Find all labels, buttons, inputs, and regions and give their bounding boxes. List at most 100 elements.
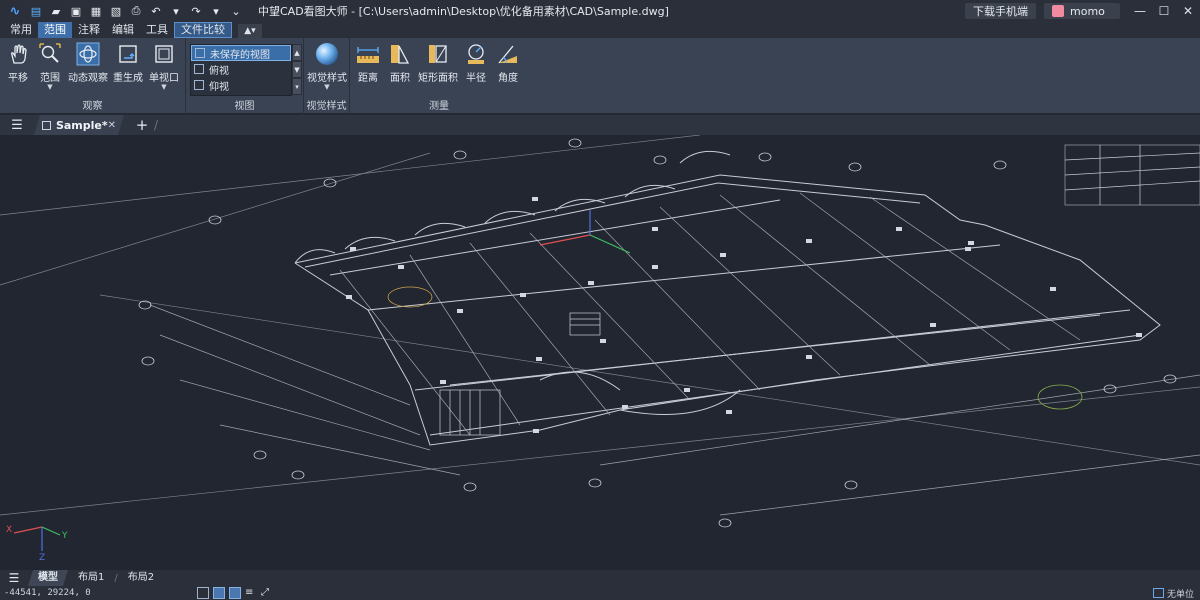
group-label: 测量 [429,101,449,112]
grid-bubbles [138,138,1177,528]
view-icon [194,64,204,74]
area-icon [388,42,412,66]
rect-area-button[interactable]: 矩形面积 [418,42,458,84]
hamburger-menu-icon[interactable]: ☰ [0,115,34,135]
user-account-button[interactable]: momo [1044,3,1120,19]
group-observe: 平移 范围 ▼ 动态观察 重生成 单视口 ▼ 观察 [0,38,186,114]
app-logo-icon: ∿ [9,3,21,19]
add-tab-button[interactable]: + [130,115,154,135]
save-as-icon[interactable]: ▦ [88,3,104,19]
view-list-scrollbar[interactable]: ▲ ▼ ▾ [292,44,302,96]
tool-label: 平移 [8,73,28,84]
tab-common[interactable]: 常用 [4,22,38,38]
export-icon[interactable]: ▧ [108,3,124,19]
restore-icon[interactable]: ☐ [1152,0,1176,22]
view-item-unsaved[interactable]: 未保存的视图 [191,45,291,61]
tool-label: 角度 [498,73,518,84]
chevron-down-icon: ▼ [324,83,330,91]
single-viewport-button[interactable]: 单视口 ▼ [146,42,182,91]
column-markers [346,197,1142,433]
open-folder-icon[interactable]: ▰ [48,3,64,19]
view-list[interactable]: 未保存的视图 俯视 仰视 [190,44,292,96]
tab-extents[interactable]: 范围 [38,22,72,38]
fullscreen-icon[interactable]: ⤢ [261,587,273,599]
download-mobile-button[interactable]: 下载手机端 [965,3,1036,19]
tab-annotate[interactable]: 注释 [72,22,106,38]
single-viewport-icon [152,42,176,66]
units-icon [1152,588,1164,598]
layout-tab-layout1[interactable]: 布局1 [68,570,114,586]
drawing-canvas[interactable]: X Y Z [0,135,1200,570]
view-icon [195,48,205,58]
tab-tools[interactable]: 工具 [140,22,174,38]
chevron-down-icon[interactable]: ▾ [168,3,184,19]
angle-button[interactable]: 角度 [490,42,526,84]
ribbon-panel: 平移 范围 ▼ 动态观察 重生成 单视口 ▼ 观察 视图 未保存的视图 俯视 仰… [0,38,1200,114]
visual-style-button[interactable]: 视觉样式 ▼ [307,42,347,91]
tab-edit[interactable]: 编辑 [106,22,140,38]
tool-label: 视觉样式 [307,73,347,84]
view-item-bottom[interactable]: 仰视 [191,77,291,93]
scroll-up-icon[interactable]: ▲ [292,44,302,61]
tool-label: 动态观察 [68,73,108,84]
units-label: 无单位 [1166,589,1194,600]
chevron-down-icon: ▲▾ [244,26,256,36]
tab-divider: / [154,118,159,132]
radius-button[interactable]: 半径 [458,42,494,84]
units-indicator[interactable]: 无单位 [1152,586,1194,600]
hamburger-menu-icon[interactable]: ☰ [0,571,28,585]
snap-toggle-icon[interactable] [213,587,225,599]
ucs-y-label: Y [62,531,68,541]
ucs-z-label: Z [39,553,46,563]
zoom-extents-button[interactable]: 范围 ▼ [32,42,68,91]
ucs-x-label: X [6,525,13,535]
close-icon[interactable]: ✕ [108,120,116,131]
tool-label: 范围 [40,73,60,84]
orbit-icon [76,42,100,66]
layout-tab-model[interactable]: 模型 [28,570,68,586]
minimize-icon[interactable]: — [1128,0,1152,22]
floor-plan-drawing [0,135,1200,551]
close-icon[interactable]: ✕ [1176,0,1200,22]
new-file-icon[interactable]: ▤ [28,3,44,19]
view-item-label: 仰视 [209,81,229,93]
avatar [1052,5,1064,17]
layout-tab-layout2[interactable]: 布局2 [118,570,164,586]
group-label: 观察 [82,101,103,112]
chevron-down-icon[interactable]: ▾ [208,3,224,19]
document-tab-sample[interactable]: Sample* ✕ [34,115,124,135]
scroll-down-icon[interactable]: ▼ [292,61,302,78]
grid-toggle-icon[interactable] [197,587,209,599]
bay-window-arcs [294,150,741,415]
print-icon[interactable]: ⎙ [128,3,144,19]
expand-list-icon[interactable]: ▾ [292,78,302,95]
pan-button[interactable]: 平移 [0,42,36,84]
view-icon [194,80,204,90]
radius-icon [464,42,488,66]
drawing-icon [42,121,51,130]
tool-label: 重生成 [113,73,143,84]
sphere-icon [315,42,339,66]
undo-icon[interactable]: ↶ [148,3,164,19]
ribbon-tab-bar: 常用 范围 注释 编辑 工具 文件比较 ▲▾ [0,22,1200,38]
save-icon[interactable]: ▣ [68,3,84,19]
distance-button[interactable]: 距离 [350,42,386,84]
view-item-top[interactable]: 俯视 [191,61,291,77]
customize-toolbar-icon[interactable]: ⌄ [228,3,244,19]
regen-button[interactable]: 重生成 [110,42,146,84]
tab-file-compare[interactable]: 文件比较 [174,22,232,38]
area-button[interactable]: 面积 [382,42,418,84]
lineweight-icon[interactable]: ≡ [245,587,257,599]
layout-tab-bar: ☰ 模型 布局1 / 布局2 [0,570,1200,586]
building-outline [294,174,1161,446]
title-bar: ∿ ▤ ▰ ▣ ▦ ▧ ⎙ ↶ ▾ ↷ ▾ ⌄ 中望CAD看图大师 - [C:\… [0,0,1200,22]
redo-icon[interactable]: ↷ [188,3,204,19]
view-item-label: 俯视 [209,65,229,77]
orbit-button[interactable]: 动态观察 [68,42,108,84]
ortho-toggle-icon[interactable] [229,587,241,599]
ribbon-display-dropdown[interactable]: ▲▾ [238,24,262,38]
status-bar: -44541, 29224, 0 ≡ ⤢ 无单位 [0,586,1200,600]
regen-icon [116,42,140,66]
tool-label: 面积 [390,73,410,84]
group-label: 视图 [234,101,255,112]
